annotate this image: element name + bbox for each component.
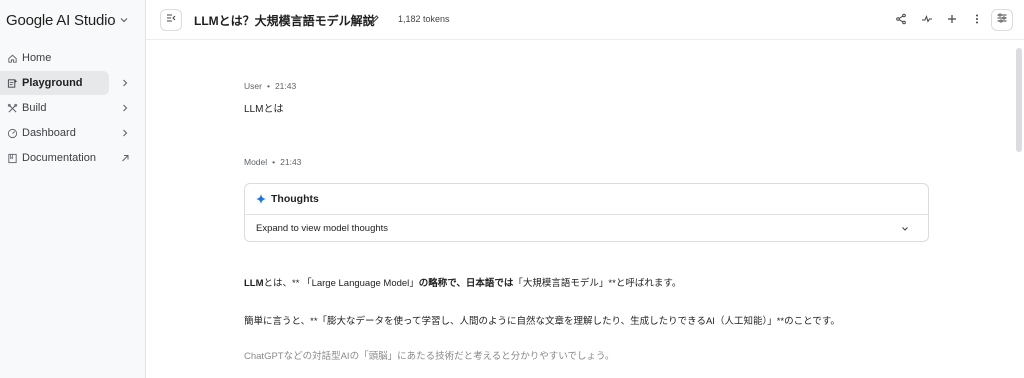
text-run: 「大規模言語モデル」**と呼ばれます。 (513, 278, 682, 289)
role-label: User (244, 81, 262, 91)
response-paragraph-3: ChatGPTなどの対話型AIの「頭脳」にあたる技術だと考えると分かりやすいでし… (244, 351, 615, 362)
thoughts-expand-toggle[interactable]: Expand to view model thoughts (245, 215, 928, 242)
top-bar: LLMとは？大規模言語モデル解説 1,182 tokens (146, 0, 1024, 40)
scroll-up-arrow-icon[interactable] (1016, 42, 1022, 55)
chevron-right-icon[interactable] (120, 102, 130, 114)
sidebar-item-label: Playground (22, 77, 83, 89)
sidebar-item-dashboard[interactable]: Dashboard (0, 121, 128, 145)
plus-icon[interactable] (945, 12, 959, 26)
timestamp: 21:43 (274, 81, 297, 91)
run-settings-button[interactable] (991, 9, 1013, 31)
sidebar-item-label: Dashboard (22, 127, 76, 139)
sidebar-nav: Home Playground Build Dashboard Document… (0, 46, 145, 170)
page-title[interactable]: LLMとは？大規模言語モデル解説 (194, 12, 375, 29)
model-turn-meta: Model • 21:43 (244, 157, 302, 167)
thoughts-title: Thoughts (271, 193, 319, 205)
thoughts-header: Thoughts (245, 184, 928, 215)
chevron-down-icon[interactable] (900, 224, 910, 234)
response-paragraph-2: 簡単に言うと、**「膨大なデータを使って学習し、人間のように自然な文章を理解した… (244, 316, 840, 327)
bold-text: の略称で、日本語では (418, 278, 514, 289)
chevron-down-icon[interactable] (118, 13, 130, 25)
playground-icon (6, 77, 18, 89)
sidebar-item-label: Build (22, 102, 47, 114)
sidebar-item-documentation[interactable]: Documentation (0, 146, 129, 170)
edit-pencil-icon[interactable] (368, 13, 380, 25)
documentation-icon (6, 152, 18, 164)
text-run: とは、** 「Large Language Model」 (263, 278, 419, 289)
tune-icon (996, 11, 1008, 29)
build-icon (6, 102, 18, 114)
dashboard-icon (6, 127, 18, 139)
sidebar-item-playground[interactable]: Playground (0, 71, 128, 95)
sidebar-item-home[interactable]: Home (0, 46, 109, 70)
sparkle-icon (256, 194, 266, 204)
external-link-icon[interactable] (120, 152, 130, 164)
response-paragraph-1: LLMとは、** 「Large Language Model」の略称で、日本語で… (244, 275, 681, 289)
user-message: LLMとは (244, 104, 284, 115)
more-vert-icon[interactable] (970, 12, 984, 26)
sidebar: Google AI Studio Home Playground Build D… (0, 0, 146, 378)
thoughts-panel: Thoughts Expand to view model thoughts (244, 183, 929, 242)
sidebar-item-label: Documentation (22, 152, 96, 164)
thoughts-expand-label: Expand to view model thoughts (256, 223, 389, 234)
scrollbar-thumb[interactable] (1016, 48, 1022, 152)
token-count: 1,182 tokens (398, 14, 450, 24)
sidebar-item-build[interactable]: Build (0, 96, 128, 120)
user-turn-meta: User • 21:43 (244, 81, 297, 91)
bold-text: LLM (244, 278, 264, 289)
role-label: Model (244, 157, 268, 167)
main-panel: LLMとは？大規模言語モデル解説 1,182 tokens User • 21:… (146, 0, 1024, 378)
collapse-icon (165, 11, 177, 29)
collapse-sidebar-button[interactable] (160, 9, 182, 31)
chevron-right-icon[interactable] (120, 77, 130, 89)
app-root: Google AI Studio Home Playground Build D… (0, 0, 1024, 378)
compare-icon[interactable] (920, 12, 934, 26)
chevron-right-icon[interactable] (120, 127, 130, 139)
share-icon[interactable] (894, 12, 908, 26)
timestamp: 21:43 (280, 157, 302, 167)
sidebar-item-label: Home (22, 52, 52, 64)
home-icon (6, 52, 18, 64)
